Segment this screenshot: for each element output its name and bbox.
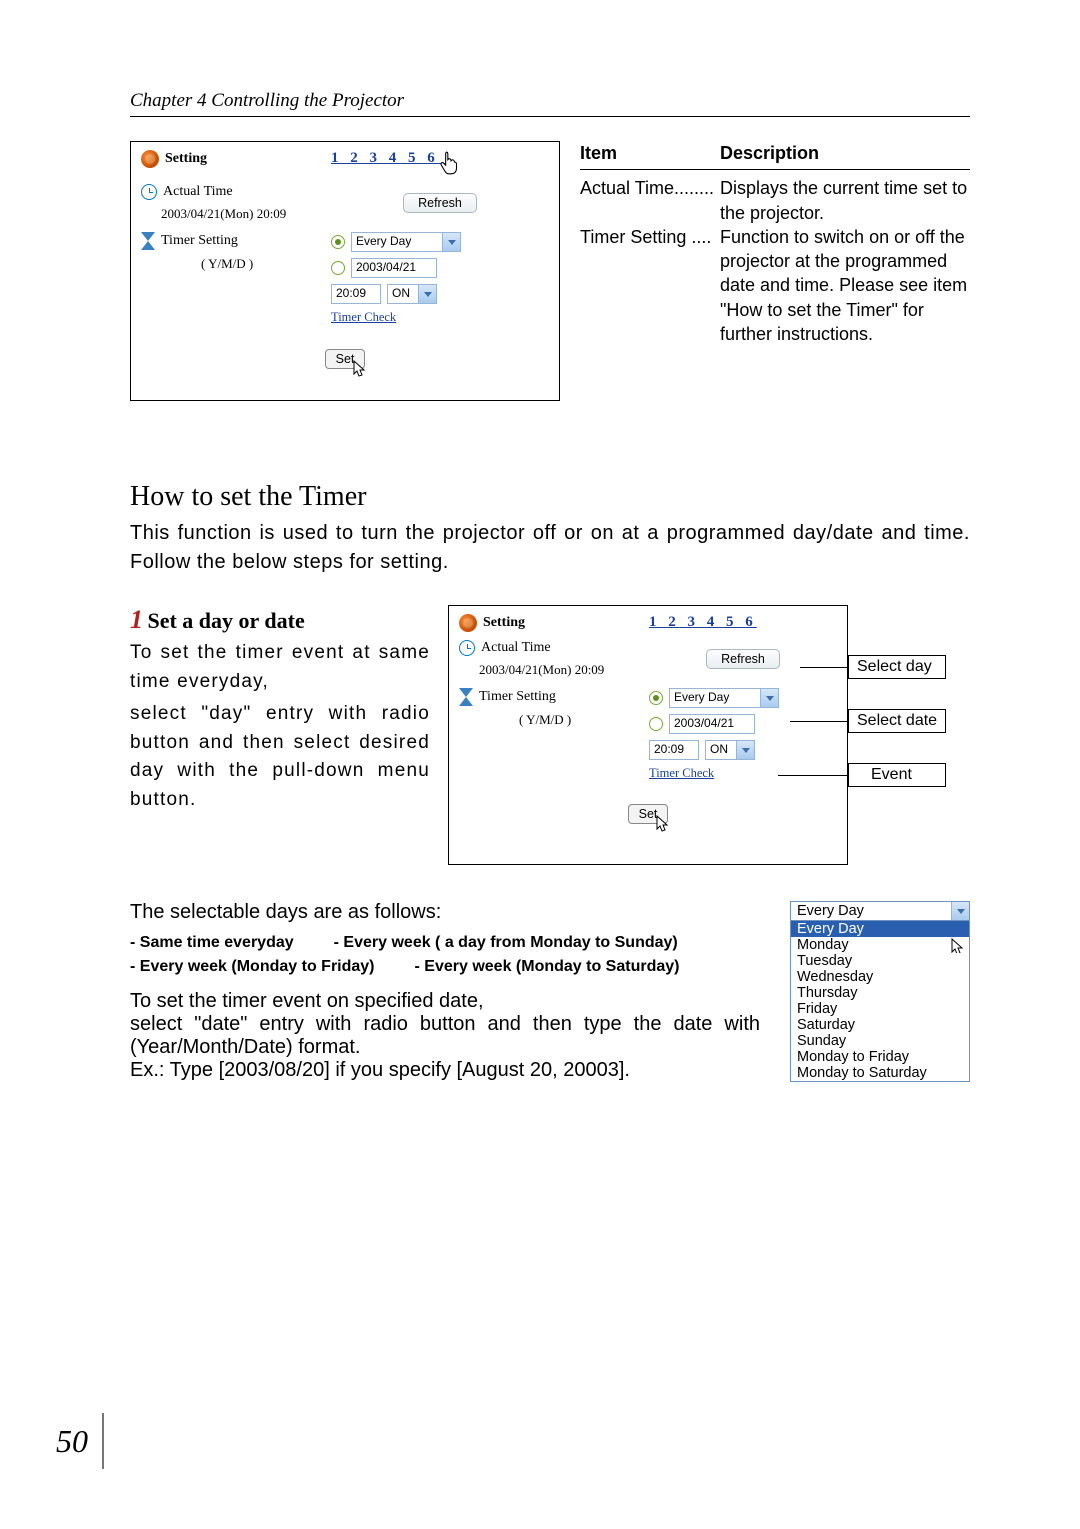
onoff-select[interactable]: ON: [387, 284, 437, 304]
ymd-label: ( Y/M/D ): [201, 256, 331, 272]
hourglass-icon: [459, 688, 473, 706]
chapter-header: Chapter 4 Controlling the Projector: [130, 90, 970, 117]
chevron-down-icon: [951, 902, 969, 920]
selectable-intro: The selectable days are as follows:: [130, 901, 760, 924]
page-number: 50: [56, 1423, 88, 1460]
page-separator: [102, 1413, 104, 1469]
bullet: - Every week ( a day from Monday to Sund…: [334, 934, 678, 952]
onoff-select[interactable]: ON: [705, 740, 755, 760]
description-column: Item Description Actual Time........ Dis…: [580, 141, 970, 346]
dropdown-option[interactable]: Wednesday: [791, 969, 969, 985]
bullet: - Same time everyday: [130, 934, 294, 952]
desc-head-item: Item: [580, 141, 720, 165]
radio-date[interactable]: [649, 717, 663, 731]
panel-title: Setting: [483, 615, 525, 631]
dropdown-option[interactable]: Monday to Friday: [791, 1049, 969, 1065]
chevron-down-icon: [736, 741, 754, 759]
step-number: 1: [130, 605, 143, 634]
desc-head-description: Description: [720, 141, 819, 165]
radio-date[interactable]: [331, 261, 345, 275]
selectable-p3: Ex.: Type [2003/08/20] if you specify [A…: [130, 1059, 760, 1082]
callout-select-date: Select date: [848, 709, 946, 733]
actual-time-value: 2003/04/21(Mon) 20:09: [161, 206, 331, 222]
desc-row-text: Displays the current time set to the pro…: [720, 176, 970, 225]
section-body: This function is used to turn the projec…: [130, 519, 970, 577]
hand-cursor-icon: [439, 150, 461, 176]
arrow-cursor-icon: [656, 815, 670, 833]
settings-panel-top: Setting 1 2 3 4 5 6 Actual Time: [130, 141, 560, 401]
dropdown-option[interactable]: Tuesday: [791, 953, 969, 969]
page-number-wrap: 50: [56, 1413, 104, 1469]
dropdown-option[interactable]: Saturday: [791, 1017, 969, 1033]
step-para: To set the timer event at same time ever…: [130, 639, 430, 696]
actual-time-label: Actual Time: [481, 640, 551, 656]
pagination[interactable]: 1 2 3 4 5 6: [649, 614, 757, 630]
day-dropdown-open[interactable]: Every Day Every Day Monday Tuesday Wedne…: [790, 901, 970, 1082]
callout-event: Event: [848, 763, 946, 787]
radio-day[interactable]: [331, 235, 345, 249]
radio-day[interactable]: [649, 691, 663, 705]
timer-setting-label: Timer Setting: [161, 233, 238, 249]
chevron-down-icon: [442, 233, 460, 251]
chevron-down-icon: [760, 689, 778, 707]
selectable-p2: select "date" entry with radio button an…: [130, 1013, 760, 1059]
callout-select-day: Select day: [848, 655, 946, 679]
pagination[interactable]: 1 2 3 4 5 6: [331, 150, 447, 166]
step-title: Set a day or date: [147, 608, 304, 633]
timer-setting-label: Timer Setting: [479, 689, 556, 705]
dropdown-option[interactable]: Every Day: [791, 921, 969, 937]
date-input[interactable]: 2003/04/21: [351, 258, 437, 278]
panel-title: Setting: [165, 151, 207, 167]
timer-check-link[interactable]: Timer Check: [331, 310, 396, 325]
dropdown-option[interactable]: Monday: [791, 937, 969, 953]
desc-row-text: Function to switch on or off the project…: [720, 225, 970, 346]
refresh-button[interactable]: Refresh: [706, 649, 780, 669]
arrow-cursor-icon: [353, 360, 367, 378]
gear-icon: [459, 614, 477, 632]
dropdown-option[interactable]: Monday to Saturday: [791, 1065, 969, 1081]
timer-check-link[interactable]: Timer Check: [649, 766, 714, 781]
time-input[interactable]: 20:09: [331, 284, 381, 304]
bullet: - Every week (Monday to Friday): [130, 958, 375, 976]
clock-icon: [141, 184, 157, 200]
time-input[interactable]: 20:09: [649, 740, 699, 760]
selectable-p1: To set the timer event on specified date…: [130, 990, 760, 1013]
day-select[interactable]: Every Day: [669, 688, 779, 708]
settings-panel-annotated: Setting 1 2 3 4 5 6 Actual Time: [448, 605, 848, 865]
arrow-cursor-icon: [951, 938, 965, 954]
ymd-label: ( Y/M/D ): [519, 712, 649, 728]
day-select[interactable]: Every Day: [351, 232, 461, 252]
clock-icon: [459, 640, 475, 656]
dropdown-option[interactable]: Thursday: [791, 985, 969, 1001]
date-input[interactable]: 2003/04/21: [669, 714, 755, 734]
step-para: select "day" entry with radio button and…: [130, 700, 430, 814]
hourglass-icon: [141, 232, 155, 250]
actual-time-label: Actual Time: [163, 184, 233, 200]
refresh-button[interactable]: Refresh: [403, 193, 477, 213]
section-heading: How to set the Timer: [130, 481, 970, 513]
dropdown-option[interactable]: Sunday: [791, 1033, 969, 1049]
chevron-down-icon: [418, 285, 436, 303]
actual-time-value: 2003/04/21(Mon) 20:09: [479, 662, 649, 678]
set-button[interactable]: Set: [628, 807, 669, 823]
dropdown-option[interactable]: Friday: [791, 1001, 969, 1017]
set-button[interactable]: Set: [325, 352, 366, 368]
bullet: - Every week (Monday to Saturday): [415, 958, 680, 976]
gear-icon: [141, 150, 159, 168]
